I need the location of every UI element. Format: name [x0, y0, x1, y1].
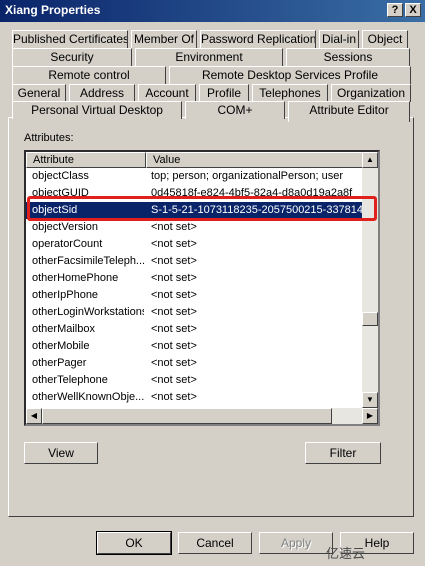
tab-dial-in[interactable]: Dial-in [319, 30, 359, 48]
view-button[interactable]: View [24, 442, 98, 464]
attribute-value-cell: <not set> [151, 374, 197, 386]
tab-com[interactable]: COM+ [185, 101, 285, 119]
attribute-value-cell: 0d45818f-e824-4bf5-82a4-d8a0d19a2a8f [151, 187, 353, 199]
attribute-name-cell: otherHomePhone [32, 272, 119, 284]
vertical-scrollbar[interactable]: ▲ ▼ [362, 152, 378, 408]
attribute-value-cell: <not set> [151, 238, 197, 250]
attribute-name-cell: otherMailbox [32, 323, 95, 335]
attribute-name-cell: otherLoginWorkstations [32, 306, 144, 318]
attribute-name-cell: otherMobile [32, 340, 90, 352]
vertical-scroll-thumb[interactable] [362, 312, 378, 326]
column-header-attribute[interactable]: Attribute [26, 152, 146, 168]
column-header-value[interactable]: Value [146, 152, 363, 168]
table-row[interactable]: otherMailbox <not set> [26, 321, 363, 338]
attribute-name-cell: otherIpPhone [32, 289, 99, 301]
title-bar: Xiang Properties ? X [0, 0, 425, 22]
help-title-button[interactable]: ? [387, 3, 403, 17]
attribute-value-cell: <not set> [151, 391, 197, 403]
tab-organization[interactable]: Organization [331, 84, 411, 102]
attribute-name-cell: otherTelephone [32, 374, 108, 386]
table-row[interactable]: objectGUID 0d45818f-e824-4bf5-82a4-d8a0d1… [26, 185, 363, 202]
close-button[interactable]: X [405, 3, 421, 17]
attribute-value-cell: S-1-5-21-1073118235-2057500215-3378141 [151, 204, 363, 216]
ok-button[interactable]: OK [96, 531, 172, 555]
scroll-left-button[interactable]: ◀ [26, 408, 42, 424]
attribute-value-cell: <not set> [151, 323, 197, 335]
table-row[interactable]: otherWellKnownObje... <not set> [26, 389, 363, 406]
attributes-list[interactable]: Attribute Value objectClass top; person; … [24, 150, 380, 426]
cancel-button[interactable]: Cancel [178, 532, 252, 554]
table-row[interactable]: otherHomePhone <not set> [26, 270, 363, 287]
tab-telephones[interactable]: Telephones [252, 84, 328, 102]
attribute-value-cell: <not set> [151, 306, 197, 318]
attribute-value-cell: <not set> [151, 272, 197, 284]
attribute-value-cell: <not set> [151, 340, 197, 352]
tab-sessions[interactable]: Sessions [286, 48, 410, 66]
table-row[interactable]: objectVersion <not set> [26, 219, 363, 236]
table-row[interactable]: objectClass top; person; organizationalPe… [26, 168, 363, 185]
attribute-value-cell: <not set> [151, 221, 197, 233]
table-row[interactable]: otherLoginWorkstations <not set> [26, 304, 363, 321]
tab-published-certificates[interactable]: Published Certificates [12, 30, 128, 48]
attribute-name-cell: otherPager [32, 357, 87, 369]
window-title: Xiang Properties [5, 3, 101, 17]
table-row[interactable]: objectSid S-1-5-21-1073118235-2057500215-… [26, 202, 363, 219]
attribute-name-cell: objectVersion [32, 221, 99, 233]
tab-member-of[interactable]: Member Of [131, 30, 197, 48]
table-row[interactable]: otherIpPhone <not set> [26, 287, 363, 304]
horizontal-scroll-thumb[interactable] [42, 408, 332, 424]
table-row[interactable]: otherPager <not set> [26, 355, 363, 372]
horizontal-scrollbar[interactable]: ◀ ▶ [26, 408, 378, 424]
tab-remote-control[interactable]: Remote control [12, 66, 166, 84]
attribute-value-cell: <not set> [151, 255, 197, 267]
attribute-name-cell: objectSid [32, 204, 78, 216]
tab-general[interactable]: General [12, 84, 66, 102]
table-row[interactable]: otherMobile <not set> [26, 338, 363, 355]
attribute-name-cell: operatorCount [32, 238, 103, 250]
tab-attribute-editor[interactable]: Attribute Editor [288, 101, 410, 122]
tab-object[interactable]: Object [362, 30, 408, 48]
attribute-value-cell: top; person; organizationalPerson; user [151, 170, 344, 182]
attribute-name-cell: objectClass [32, 170, 89, 182]
attributes-label: Attributes: [24, 132, 74, 144]
attribute-name-cell: otherFacsimileTeleph... [32, 255, 144, 267]
tab-remote-desktop-services-profile[interactable]: Remote Desktop Services Profile [169, 66, 411, 84]
attribute-name-cell: otherWellKnownObje... [32, 391, 144, 403]
scroll-down-button[interactable]: ▼ [362, 392, 378, 408]
table-row[interactable]: otherTelephone <not set> [26, 372, 363, 389]
attribute-name-cell: objectGUID [32, 187, 89, 199]
tab-address[interactable]: Address [69, 84, 135, 102]
filter-button[interactable]: Filter [305, 442, 381, 464]
apply-button[interactable]: Apply [259, 532, 333, 554]
tab-account[interactable]: Account [138, 84, 196, 102]
table-row[interactable]: otherFacsimileTeleph... <not set> [26, 253, 363, 270]
watermark-logo: 亿速云 [326, 546, 366, 561]
scroll-right-button[interactable]: ▶ [362, 408, 378, 424]
tab-password-replication[interactable]: Password Replication [200, 30, 316, 48]
tab-environment[interactable]: Environment [135, 48, 283, 66]
tab-profile[interactable]: Profile [199, 84, 249, 102]
scroll-up-button[interactable]: ▲ [362, 152, 378, 168]
attribute-value-cell: <not set> [151, 357, 197, 369]
table-row[interactable]: operatorCount <not set> [26, 236, 363, 253]
attribute-value-cell: <not set> [151, 289, 197, 301]
tab-security[interactable]: Security [12, 48, 132, 66]
tab-personal-virtual-desktop[interactable]: Personal Virtual Desktop [12, 101, 182, 119]
